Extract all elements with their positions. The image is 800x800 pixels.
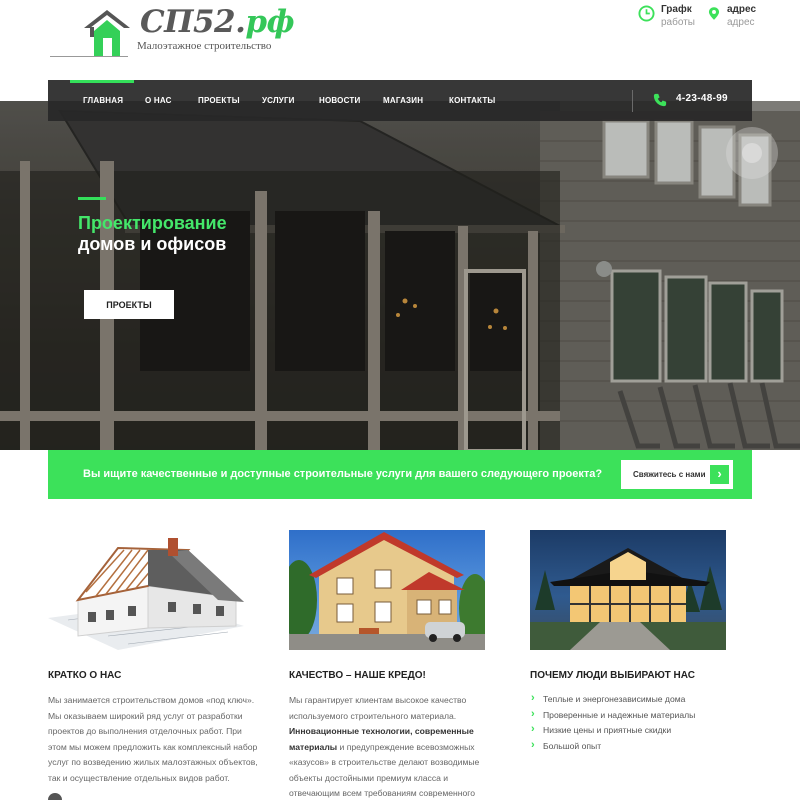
hero-house-photo (0, 101, 800, 450)
hero-accent-line (78, 197, 106, 200)
hero-title-line1: Проектирование (78, 213, 227, 233)
list-item: Низкие цены и приятные скидки (530, 722, 695, 739)
nav-item-services[interactable]: УСЛУГИ (262, 96, 295, 105)
hero-title-line2: домов и офисов (78, 234, 227, 254)
about-image (48, 530, 244, 650)
logo-title: СП52.рф (140, 4, 295, 40)
nav-item-about[interactable]: О НАС (145, 96, 172, 105)
house-construction-illustration (48, 538, 244, 650)
list-item: Проверенные и надежные материалы (530, 707, 695, 724)
nav-item-news[interactable]: НОВОСТИ (319, 96, 360, 105)
quality-column: КАЧЕСТВО – НАШЕ КРЕДО! Мы гарантирует кл… (289, 530, 485, 798)
clock-icon (638, 5, 655, 22)
contact-us-button[interactable]: Свяжитесь с нами › (621, 460, 733, 489)
cta-text: Вы ищите качественные и доступные строит… (83, 468, 603, 480)
modern-house-photo (530, 548, 726, 650)
working-hours-info: Графк работы (638, 4, 695, 30)
house-photo (289, 532, 485, 650)
list-item: Большой опыт (530, 738, 695, 755)
nav-phone-number[interactable]: 4-23-48-99 (676, 93, 728, 104)
nav-item-projects[interactable]: ПРОЕКТЫ (198, 96, 240, 105)
logo-underline (50, 56, 128, 57)
quality-image (289, 530, 485, 650)
logo[interactable]: СП52.рф Малоэтажное строительство (50, 4, 295, 60)
nav-item-shop[interactable]: МАГАЗИН (383, 96, 423, 105)
why-list: Теплые и энергонезависимые дома Проверен… (530, 691, 695, 755)
nav-item-home[interactable]: ГЛАВНАЯ (83, 96, 123, 105)
phone-icon (653, 93, 667, 107)
nav-active-indicator (70, 80, 134, 83)
hours-subtitle: работы (661, 17, 695, 28)
cta-banner: Вы ищите качественные и доступные строит… (48, 450, 752, 499)
list-item: Теплые и энергонезависимые дома (530, 691, 695, 708)
nav-divider (632, 90, 633, 112)
read-more-icon[interactable] (48, 793, 62, 800)
address-subtitle: адрес (727, 17, 755, 28)
contact-us-label: Свяжитесь с нами (633, 470, 706, 479)
about-column: КРАТКО О НАС Мы занимается строительство… (48, 530, 258, 783)
logo-subtitle: Малоэтажное строительство (137, 40, 272, 52)
about-title: КРАТКО О НАС (48, 670, 122, 681)
chevron-right-icon: › (710, 465, 729, 484)
hours-title: Графк (661, 4, 692, 15)
why-title: ПОЧЕМУ ЛЮДИ ВЫБИРАЮТ НАС (530, 670, 695, 681)
hero-projects-button[interactable]: ПРОЕКТЫ (84, 290, 174, 319)
main-nav: ГЛАВНАЯ О НАС ПРОЕКТЫ УСЛУГИ НОВОСТИ МАГ… (48, 80, 752, 121)
address-title: адрес (727, 4, 757, 15)
nav-item-contacts[interactable]: КОНТАКТЫ (449, 96, 495, 105)
address-info: адрес адрес (707, 4, 756, 30)
about-text: Мы занимается строительством домов «под … (48, 695, 258, 783)
hero-banner: Проектирование домов и офисов ПРОЕКТЫ (0, 101, 800, 450)
quality-text: Мы гарантирует клиентам высокое качество… (289, 695, 480, 798)
why-column: ПОЧЕМУ ЛЮДИ ВЫБИРАЮТ НАС Теплые и энерго… (530, 530, 726, 753)
map-pin-icon (708, 7, 720, 20)
why-image (530, 530, 726, 650)
quality-title: КАЧЕСТВО – НАШЕ КРЕДО! (289, 670, 426, 681)
house-icon (84, 10, 130, 56)
